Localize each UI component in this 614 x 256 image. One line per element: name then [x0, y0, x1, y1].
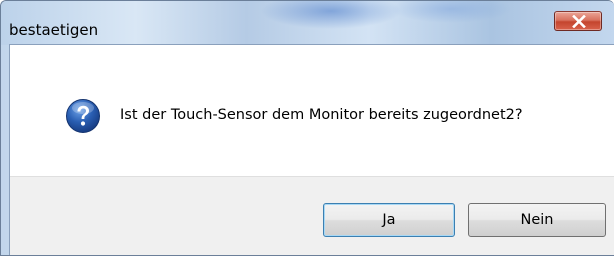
dialog-content: Ist der Touch-Sensor dem Monitor bereits… [9, 44, 614, 255]
title-bar[interactable]: bestaetigen [1, 1, 614, 45]
dialog-message: Ist der Touch-Sensor dem Monitor bereits… [120, 107, 523, 123]
window-title: bestaetigen [9, 21, 99, 39]
button-area: Ja Nein [10, 176, 614, 255]
no-button[interactable]: Nein [468, 203, 606, 237]
no-button-label: Nein [520, 212, 554, 228]
yes-button-label: Ja [382, 212, 396, 228]
close-icon [572, 15, 586, 28]
dialog-window: bestaetigen Ist der Touch-Sensor dem Mon… [0, 0, 614, 256]
question-icon [66, 99, 100, 133]
yes-button[interactable]: Ja [323, 203, 455, 237]
message-area: Ist der Touch-Sensor dem Monitor bereits… [10, 45, 614, 176]
close-button[interactable] [554, 11, 602, 31]
